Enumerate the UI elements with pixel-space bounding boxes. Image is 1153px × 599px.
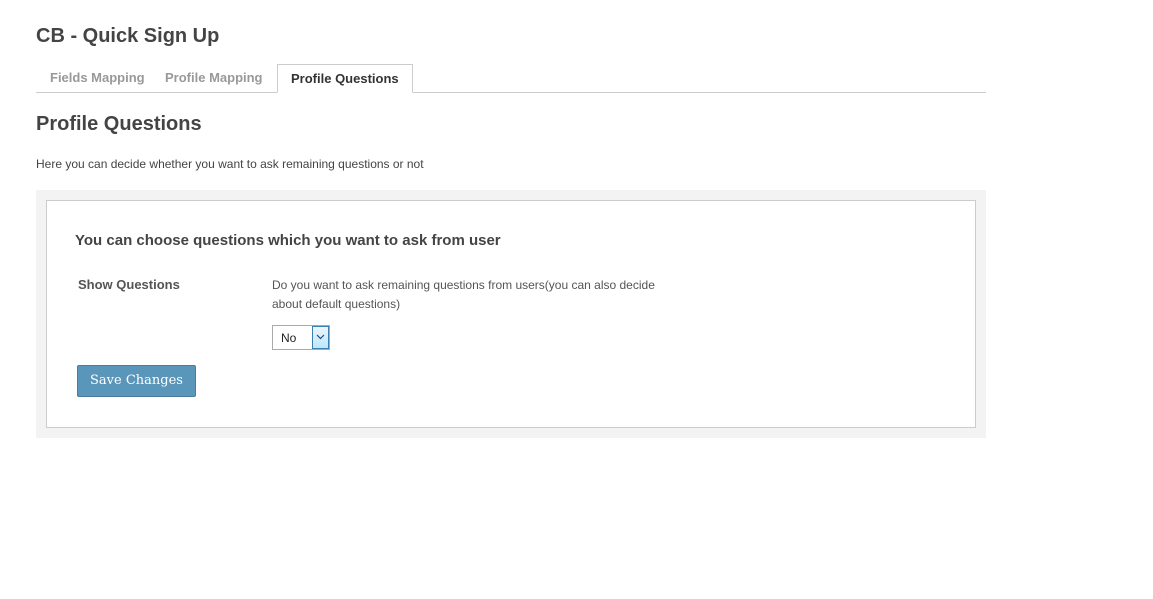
tab-profile-mapping[interactable]: Profile Mapping — [165, 64, 263, 93]
section-description: Here you can decide whether you want to … — [36, 157, 424, 171]
show-questions-help: Do you want to ask remaining questions f… — [272, 278, 655, 311]
tab-profile-questions[interactable]: Profile Questions — [277, 64, 413, 93]
settings-box: You can choose questions which you want … — [46, 200, 976, 428]
select-dropdown-button[interactable] — [312, 326, 329, 349]
page-title: CB - Quick Sign Up — [36, 25, 220, 47]
box-heading: You can choose questions which you want … — [75, 232, 501, 249]
show-questions-label: Show Questions — [78, 277, 180, 292]
section-title: Profile Questions — [36, 113, 202, 135]
tab-fields-mapping[interactable]: Fields Mapping — [50, 64, 145, 93]
chevron-down-icon — [316, 334, 325, 340]
show-questions-select[interactable]: No — [272, 325, 330, 350]
select-value: No — [281, 331, 297, 345]
save-changes-button[interactable]: Save Changes — [77, 365, 196, 397]
tab-bar: Fields Mapping Profile Mapping Profile Q… — [36, 64, 986, 93]
settings-panel: You can choose questions which you want … — [36, 190, 986, 438]
